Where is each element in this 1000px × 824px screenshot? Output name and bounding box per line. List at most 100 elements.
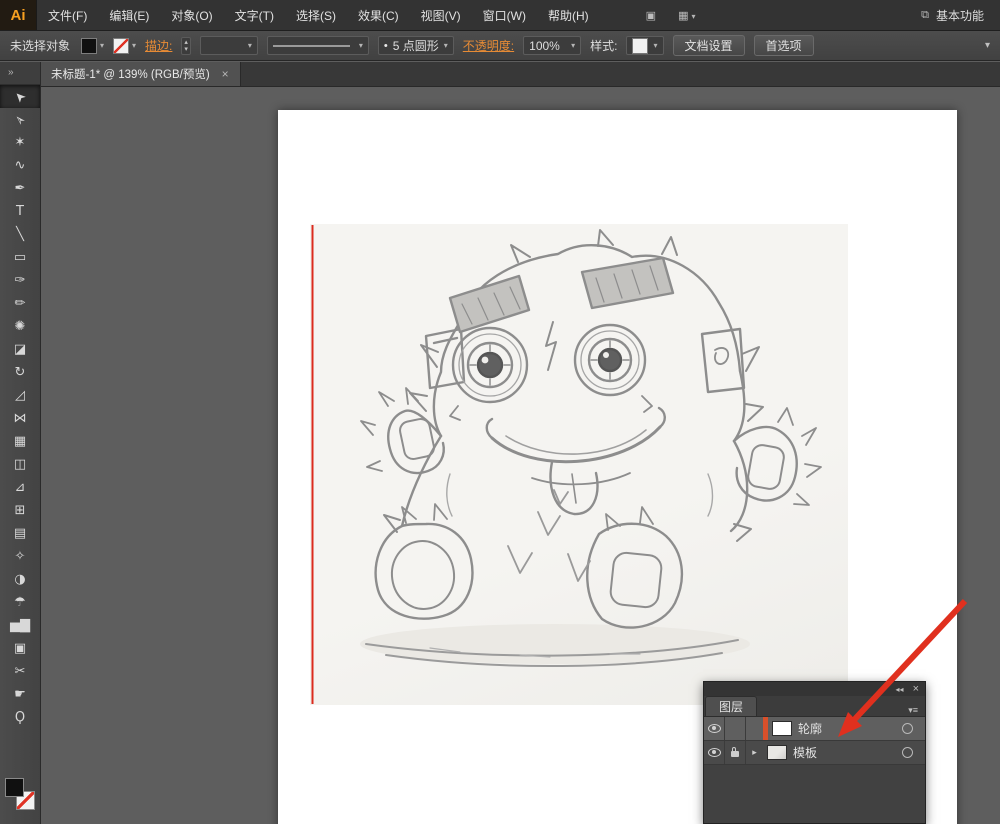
selection-tool-icon: ➤ [10, 87, 30, 106]
eyedropper-tool[interactable]: ✧ [0, 545, 40, 568]
visibility-toggle[interactable] [704, 717, 725, 740]
layer-thumbnail[interactable] [767, 745, 787, 760]
rectangle-tool[interactable]: ▭ [0, 246, 40, 269]
tab-close-icon[interactable]: × [222, 67, 229, 81]
control-panel-menu-icon[interactable]: ▾ [985, 40, 990, 51]
width-tool[interactable]: ⋈ [0, 407, 40, 430]
menu-item-3[interactable]: 文字(T) [224, 0, 285, 30]
perspective-grid-tool[interactable]: ⊿ [0, 476, 40, 499]
selection-status: 未选择对象 [10, 39, 71, 53]
column-graph-tool[interactable]: ▅▇ [0, 614, 40, 637]
menu-bar: Ai 文件(F) 编辑(E) 对象(O) 文字(T) 选择(S) 效果(C) 视图(V) 窗口… [0, 0, 1000, 31]
fill-color-control[interactable]: ▾ [81, 37, 104, 54]
menu-item-0[interactable]: 文件(F) [37, 0, 98, 30]
menu-item-1[interactable]: 编辑(E) [98, 0, 160, 30]
mesh-tool[interactable]: ⊞ [0, 499, 40, 522]
rotate-tool-icon: ↻ [14, 365, 26, 380]
magic-wand-tool[interactable]: ✶ [0, 131, 40, 154]
scale-tool[interactable]: ◿ [0, 384, 40, 407]
panel-tab-row: 图层 ▾≡ [704, 696, 925, 717]
direct-selection-tool[interactable]: ➢ [0, 108, 40, 131]
fill-stroke-swatches[interactable] [5, 778, 35, 810]
target-circle-icon[interactable] [902, 747, 913, 758]
layer-name[interactable]: 轮廓 [798, 720, 902, 737]
sketch-image[interactable] [310, 224, 848, 705]
stroke-width-dropdown[interactable]: ▾ [199, 36, 258, 55]
width-tool-icon: ⋈ [13, 411, 27, 426]
artboard-tool[interactable]: ▣ [0, 637, 40, 660]
chevron-down-icon: ▾ [247, 41, 252, 50]
stroke-color-control[interactable]: ▾ [113, 37, 136, 54]
panel-close-icon[interactable]: × [913, 683, 919, 695]
lock-toggle[interactable] [725, 741, 746, 764]
step-down-icon[interactable]: ▾ [184, 46, 188, 53]
layer-thumbnail[interactable] [772, 721, 792, 736]
style-dropdown[interactable]: ▾ [626, 36, 664, 55]
workspace-switcher[interactable]: ⧉ 基本功能 [921, 7, 1000, 24]
lasso-tool[interactable]: ∿ [0, 154, 40, 177]
lock-icon [731, 747, 739, 757]
chevron-down-icon: ▾ [691, 11, 696, 21]
panel-title-bar[interactable]: ◂◂ × [704, 682, 925, 696]
eye-icon [707, 748, 721, 757]
menu-item-2[interactable]: 对象(O) [160, 0, 223, 30]
layer-color-bar [763, 717, 768, 740]
pencil-tool[interactable]: ✏ [0, 292, 40, 315]
menu-item-4[interactable]: 选择(S) [285, 0, 347, 30]
blob-brush-tool[interactable]: ✺ [0, 315, 40, 338]
menu-item-6[interactable]: 视图(V) [410, 0, 472, 30]
hand-tool[interactable]: ☛ [0, 683, 40, 706]
pen-tool[interactable]: ✒ [0, 177, 40, 200]
zoom-tool[interactable]: Ϙ [0, 706, 40, 729]
menu-item-8[interactable]: 帮助(H) [537, 0, 600, 30]
layer-row-1[interactable]: ▸ 模板 [704, 741, 925, 765]
arrange-documents-control[interactable]: ▦ ▾ [678, 9, 695, 22]
brush-definition-dropdown[interactable]: • 5 点圆形 ▾ [377, 36, 454, 55]
eraser-tool[interactable]: ◪ [0, 338, 40, 361]
opacity-link[interactable]: 不透明度: [463, 37, 514, 54]
illustrator-window: Ai 文件(F) 编辑(E) 对象(O) 文字(T) 选择(S) 效果(C) 视图(V) 窗口… [0, 0, 1000, 824]
zoom-tool-icon: Ϙ [14, 710, 26, 725]
menu-item-7[interactable]: 窗口(W) [472, 0, 537, 30]
perspective-grid-tool-icon: ⊿ [14, 480, 26, 495]
lock-toggle[interactable] [725, 717, 746, 740]
toolbar-collapse-icon[interactable]: » [0, 62, 40, 85]
panel-menu-icon[interactable]: ▾≡ [908, 705, 925, 716]
step-up-icon[interactable]: ▴ [184, 39, 188, 46]
gradient-tool-icon: ▤ [13, 526, 27, 541]
gradient-tool[interactable]: ▤ [0, 522, 40, 545]
stroke-width-stepper[interactable]: ▴ ▾ [181, 36, 191, 55]
free-transform-tool[interactable]: ▦ [0, 430, 40, 453]
document-window-icon[interactable]: ▣ [646, 9, 656, 22]
document-tab[interactable]: 未标题-1* @ 139% (RGB/预览) × [40, 62, 241, 86]
app-logo[interactable]: Ai [0, 0, 37, 30]
visibility-toggle[interactable] [704, 741, 725, 764]
shape-builder-tool[interactable]: ◫ [0, 453, 40, 476]
toolbar-fill-swatch[interactable] [5, 778, 24, 797]
symbol-sprayer-tool[interactable]: ☂ [0, 591, 40, 614]
layer-name[interactable]: 模板 [793, 744, 902, 761]
paintbrush-tool[interactable]: ✑ [0, 269, 40, 292]
slice-tool[interactable]: ✂ [0, 660, 40, 683]
document-setup-button[interactable]: 文档设置 [672, 35, 745, 56]
panel-collapse-icon[interactable]: ◂◂ [896, 685, 904, 694]
preferences-button[interactable]: 首选项 [753, 35, 814, 56]
opacity-dropdown[interactable]: 100% ▾ [523, 36, 582, 55]
width-profile-dropdown[interactable]: ▾ [266, 36, 369, 55]
layer-row-0[interactable]: 轮廓 [704, 717, 925, 741]
magic-wand-tool-icon: ✶ [14, 135, 26, 150]
monster-outline [360, 229, 822, 668]
selection-tool[interactable]: ➤ [0, 85, 40, 108]
target-circle-icon[interactable] [902, 723, 913, 734]
line-segment-tool[interactable]: ╲ [0, 223, 40, 246]
lasso-tool-icon: ∿ [14, 158, 26, 173]
paintbrush-tool-icon: ✑ [14, 273, 26, 288]
rectangle-tool-icon: ▭ [13, 250, 27, 265]
menu-item-5[interactable]: 效果(C) [347, 0, 410, 30]
blend-tool[interactable]: ◑ [0, 568, 40, 591]
type-tool[interactable]: T [0, 200, 40, 223]
layers-tab[interactable]: 图层 [705, 696, 758, 716]
stroke-panel-link[interactable]: 描边: [145, 37, 172, 54]
rotate-tool[interactable]: ↻ [0, 361, 40, 384]
disclosure-triangle[interactable]: ▸ [746, 741, 763, 764]
